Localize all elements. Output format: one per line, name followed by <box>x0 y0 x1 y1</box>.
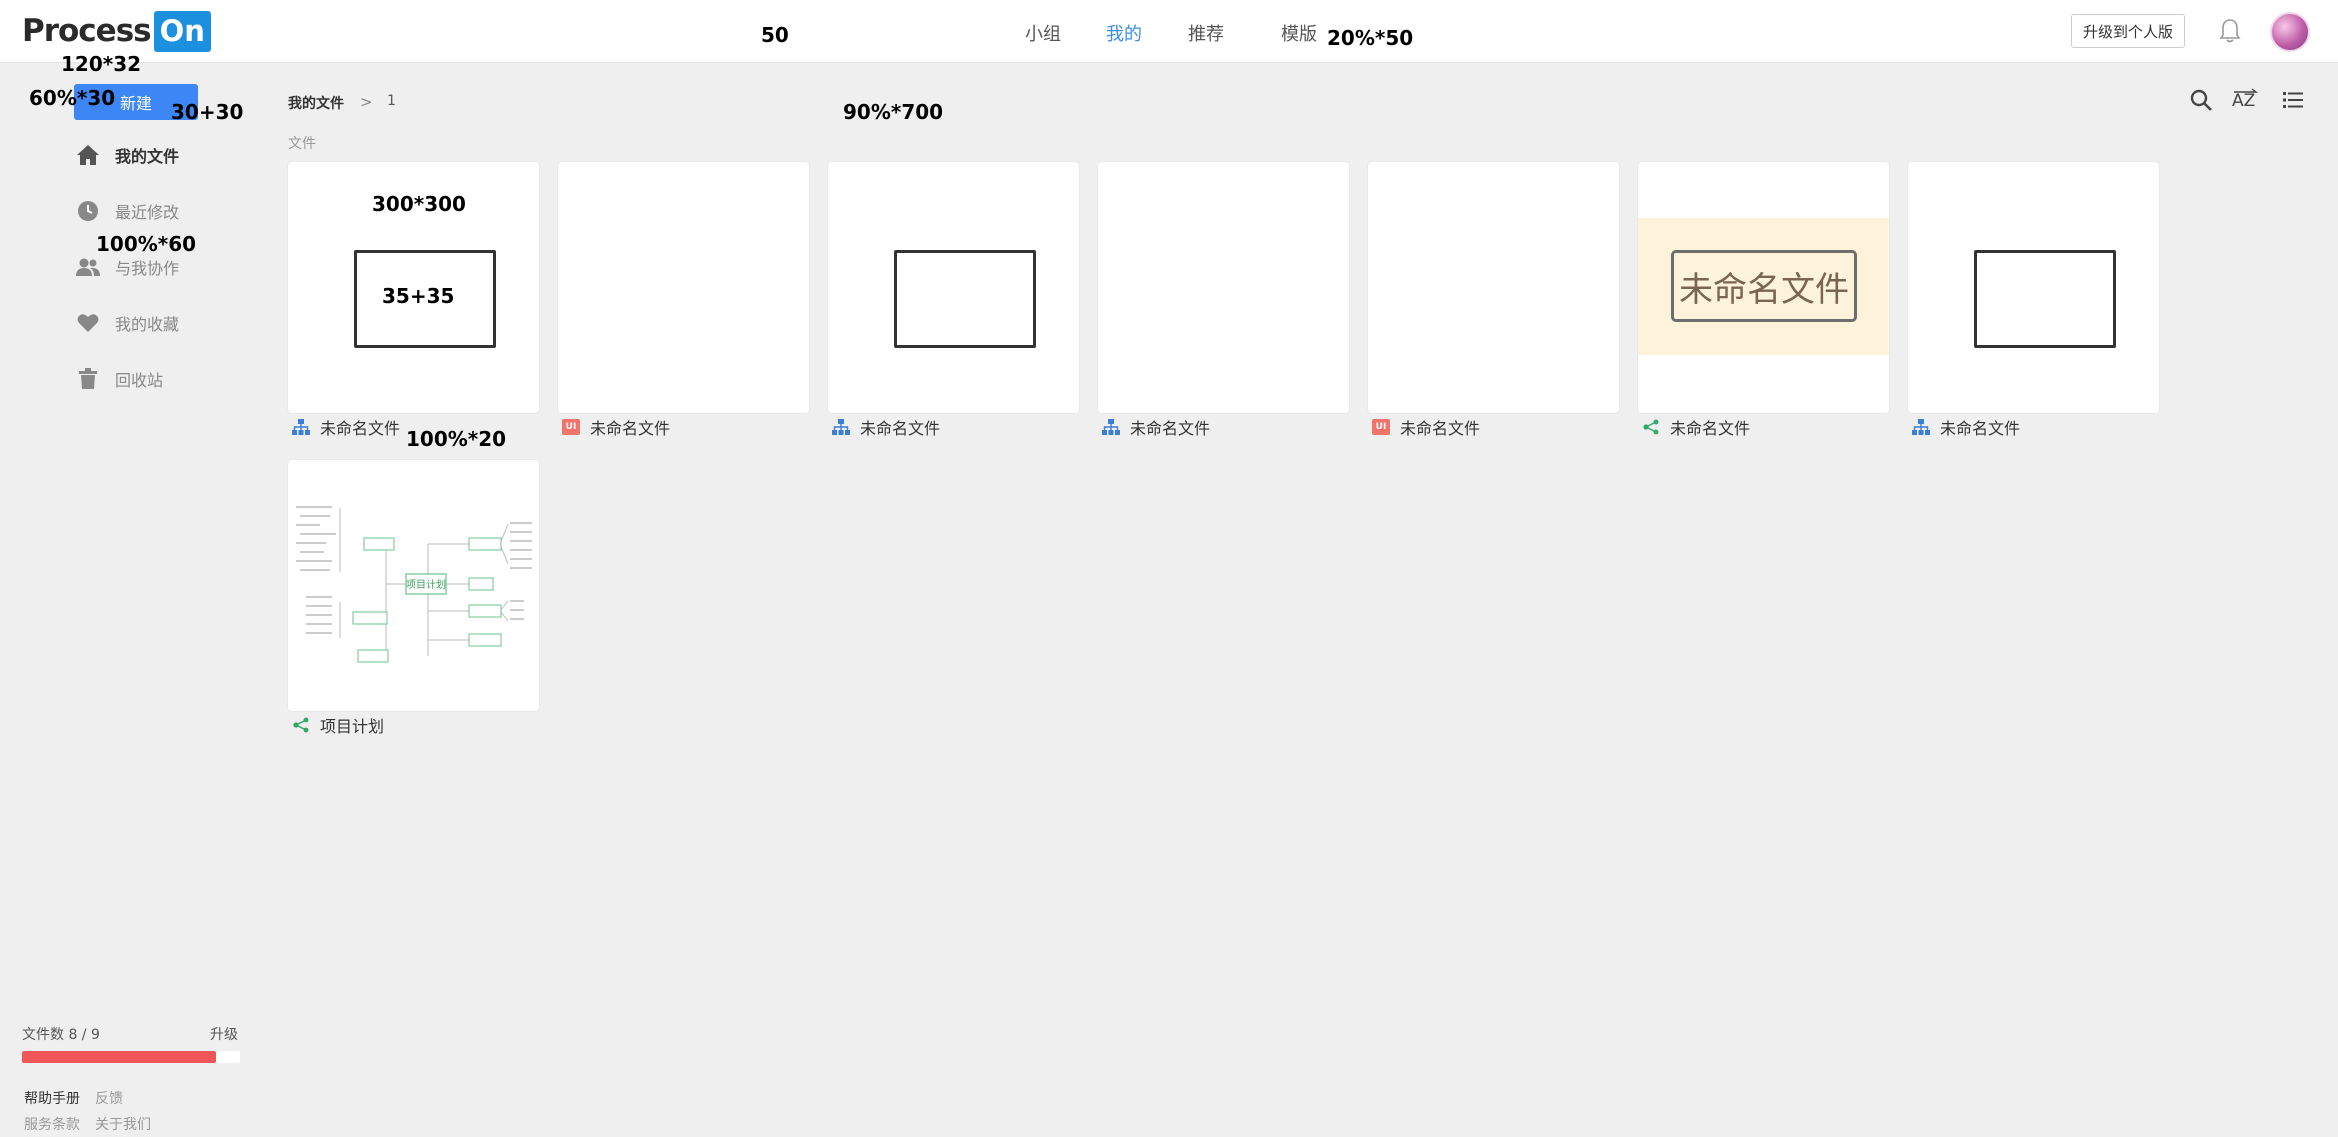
file-name: 项目计划 <box>320 717 385 736</box>
file-name: 未命名文件 <box>590 419 671 438</box>
home-icon <box>75 142 101 168</box>
file-card[interactable] <box>1368 162 1619 413</box>
sort-az-icon[interactable]: AZ <box>2232 88 2260 112</box>
file-name-row[interactable]: 项目计划 <box>292 714 384 736</box>
file-name: 未命名文件 <box>860 419 941 438</box>
logo-text: Process <box>22 13 152 49</box>
usage-progress-fill <box>22 1051 217 1063</box>
nav-recommend[interactable]: 推荐 <box>1188 20 1224 46</box>
annotation-label: 90%*700 <box>843 100 944 124</box>
flowchart-type-icon <box>1912 418 1930 436</box>
logo-badge: On <box>153 10 211 52</box>
bell-icon[interactable] <box>2219 18 2241 44</box>
annotation-label: 35+35 <box>382 284 455 308</box>
upgrade-link[interactable]: 升级 <box>210 1024 238 1044</box>
search-icon[interactable] <box>2189 88 2213 112</box>
annotation-label: 120*32 <box>61 52 142 76</box>
section-label: 文件 <box>288 136 316 152</box>
file-name-row[interactable]: UI 未命名文件 <box>1372 416 1480 438</box>
sidebar-item-recent[interactable]: 最近修改 <box>75 196 179 226</box>
file-name-row[interactable]: 未命名文件 <box>832 416 940 438</box>
feedback-link[interactable]: 反馈 <box>95 1088 123 1108</box>
file-card[interactable]: 项目计划 <box>288 460 539 711</box>
usage-progress-bar <box>22 1051 240 1063</box>
file-name-row[interactable]: 未命名文件 <box>1102 416 1210 438</box>
rectangle-thumbnail <box>894 250 1036 348</box>
annotation-label: 300*300 <box>372 192 466 216</box>
upgrade-personal-button[interactable]: 升级到个人版 <box>2071 14 2185 48</box>
file-name: 未命名文件 <box>1400 419 1481 438</box>
file-name-row[interactable]: 未命名文件 <box>292 416 400 438</box>
sidebar-item-label: 回收站 <box>115 371 164 390</box>
sidebar-item-label: 我的收藏 <box>115 315 180 334</box>
sidebar-item-label: 最近修改 <box>115 203 180 222</box>
file-name-row[interactable]: 未命名文件 <box>1642 416 1750 438</box>
file-card[interactable] <box>1098 162 1349 413</box>
annotation-label: 100%*20 <box>406 427 507 451</box>
file-card[interactable]: 未命名文件 <box>1638 162 1889 413</box>
file-card[interactable] <box>1908 162 2159 413</box>
trash-icon <box>75 366 101 392</box>
list-view-icon[interactable] <box>2281 88 2305 112</box>
file-card[interactable] <box>828 162 1079 413</box>
mindmap-type-icon <box>1642 418 1660 436</box>
file-name: 未命名文件 <box>320 419 401 438</box>
sidebar-item-my-files[interactable]: 我的文件 <box>75 140 179 170</box>
note-thumbnail-text: 未命名文件 <box>1671 250 1857 322</box>
nav-mine[interactable]: 我的 <box>1106 20 1142 46</box>
rectangle-thumbnail <box>1974 250 2116 348</box>
annotation-label: 60%*30 <box>29 86 116 110</box>
annotation-label: 50 <box>761 23 789 47</box>
file-name: 未命名文件 <box>1940 419 2021 438</box>
processon-logo[interactable]: Process On <box>22 10 211 52</box>
mindmap-thumbnail: 项目计划 <box>296 506 532 663</box>
avatar[interactable] <box>2270 12 2310 52</box>
sidebar-item-label: 与我协作 <box>115 259 180 278</box>
file-name-row[interactable]: 未命名文件 <box>1912 416 2020 438</box>
flowchart-type-icon <box>1102 418 1120 436</box>
ui-badge: UI <box>1372 419 1390 435</box>
terms-link[interactable]: 服务条款 <box>24 1114 80 1134</box>
sidebar-item-favorites[interactable]: 我的收藏 <box>75 308 179 338</box>
mindmap-type-icon <box>292 716 310 734</box>
breadcrumb-current: 1 <box>387 93 396 109</box>
help-link[interactable]: 帮助手册 <box>24 1088 80 1108</box>
top-header: Process On 小组 我的 推荐 模版 升级到个人版 <box>0 0 2338 63</box>
ui-badge: UI <box>562 419 580 435</box>
ui-type-icon: UI <box>562 418 580 436</box>
breadcrumb-separator: > <box>360 93 373 111</box>
svg-text:AZ: AZ <box>2232 91 2255 111</box>
sidebar-item-trash[interactable]: 回收站 <box>75 364 163 394</box>
flowchart-type-icon <box>292 418 310 436</box>
flowchart-type-icon <box>832 418 850 436</box>
file-name-row[interactable]: UI 未命名文件 <box>562 416 670 438</box>
ui-type-icon: UI <box>1372 418 1390 436</box>
file-name: 未命名文件 <box>1130 419 1211 438</box>
file-count: 文件数 8 / 9 <box>22 1027 100 1043</box>
sidebar-item-label: 我的文件 <box>115 147 180 166</box>
file-card[interactable] <box>558 162 809 413</box>
breadcrumb-root[interactable]: 我的文件 <box>288 93 344 113</box>
heart-icon <box>75 310 101 336</box>
about-link[interactable]: 关于我们 <box>95 1114 151 1134</box>
annotation-label: 30+30 <box>171 100 244 124</box>
nav-groups[interactable]: 小组 <box>1025 20 1061 46</box>
svg-text:项目计划: 项目计划 <box>406 578 446 591</box>
nav-templates[interactable]: 模版 <box>1281 20 1317 46</box>
sidebar-item-shared[interactable]: 与我协作 <box>75 252 179 282</box>
annotation-label: 20%*50 <box>1327 26 1414 50</box>
file-name: 未命名文件 <box>1670 419 1751 438</box>
people-icon <box>75 254 101 280</box>
clock-icon <box>75 198 101 224</box>
